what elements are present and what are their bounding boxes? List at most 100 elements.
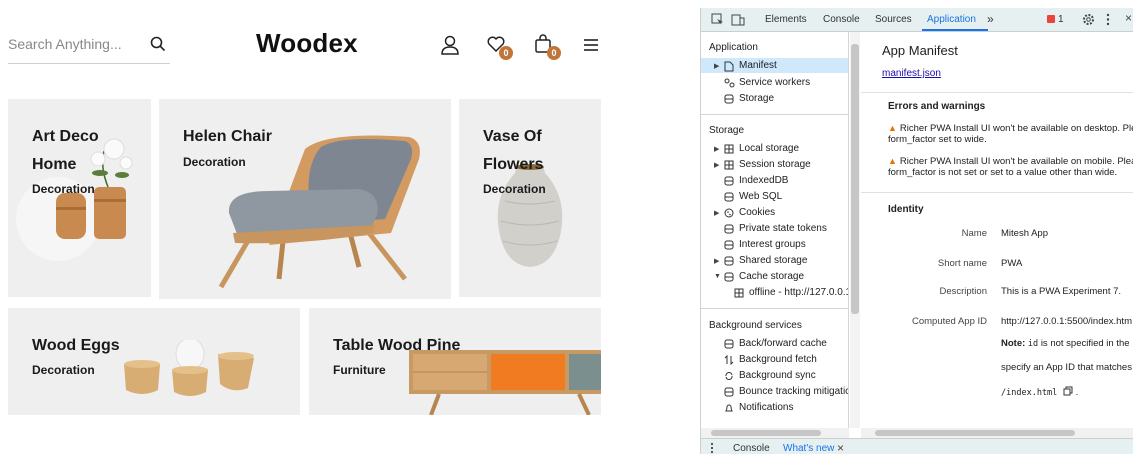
manifest-pane: App Manifest manifest.json Errors and wa…	[861, 32, 1133, 428]
sidebar-item-label: Local storage	[739, 143, 800, 154]
cart-count-badge: 0	[547, 46, 561, 60]
arrows-updown-icon	[724, 354, 735, 365]
sidebar-item-private-state-tokens[interactable]: Private state tokens	[724, 221, 827, 236]
field-label-short-name: Short name	[937, 258, 987, 269]
product-card[interactable]: Wood Eggs Decoration	[8, 308, 300, 415]
sidebar-item-cookies[interactable]: ▶ Cookies	[714, 205, 775, 220]
active-tab-indicator	[922, 29, 988, 31]
scrollbar-thumb[interactable]	[711, 430, 821, 436]
sidebar-item-service-workers[interactable]: Service workers	[724, 75, 810, 90]
warning-message-line2: form_factor set to wide.	[888, 134, 987, 145]
sidebar-item-session-storage[interactable]: ▶ Session storage	[714, 157, 811, 172]
database-icon	[724, 387, 735, 397]
sidebar-horizontal-scrollbar[interactable]	[701, 428, 849, 438]
field-value-description: This is a PWA Experiment 7.	[1001, 286, 1122, 297]
product-category: Decoration	[183, 155, 246, 169]
product-title-line2[interactable]: Home	[32, 151, 76, 179]
sidebar-scrollbar[interactable]	[850, 32, 860, 428]
field-value-short-name: PWA	[1001, 258, 1023, 269]
field-label-name: Name	[961, 228, 987, 239]
site-logo[interactable]: Woodex	[256, 28, 358, 59]
expand-arrow-icon[interactable]: ▶	[714, 62, 720, 70]
product-card[interactable]: Art Deco Home Decoration	[8, 99, 151, 297]
field-label-description: Description	[939, 286, 987, 297]
section-divider	[701, 114, 848, 115]
devtools-panel: Elements Console Sources Application » 1…	[700, 8, 1133, 454]
settings-gear-icon[interactable]	[1082, 13, 1095, 29]
product-title[interactable]: Helen Chair	[183, 123, 272, 151]
sync-icon	[724, 371, 735, 381]
tab-sources[interactable]: Sources	[875, 14, 912, 25]
search-icon[interactable]	[150, 36, 166, 57]
sidebar-section-application: Application	[709, 42, 758, 53]
sidebar-item-notifications[interactable]: Notifications	[724, 400, 793, 415]
expand-arrow-icon[interactable]: ▶	[714, 145, 720, 153]
drawer-tab-whats-new[interactable]: What's new	[783, 443, 834, 454]
product-title[interactable]: Table Wood Pine	[333, 332, 460, 360]
database-icon	[724, 240, 735, 250]
product-category: Decoration	[32, 363, 95, 377]
bell-icon	[724, 403, 735, 413]
sidebar-item-cache-storage[interactable]: ▼ Cache storage	[714, 269, 804, 284]
expand-arrow-icon[interactable]: ▶	[714, 161, 720, 169]
device-toolbar-icon[interactable]	[731, 13, 745, 29]
product-card[interactable]: Table Wood Pine Furniture	[309, 308, 601, 415]
expand-arrow-icon[interactable]: ▶	[714, 257, 720, 265]
sidebar-item-local-storage[interactable]: ▶ Local storage	[714, 141, 799, 156]
database-icon	[724, 339, 735, 349]
inspect-element-icon[interactable]	[711, 13, 724, 29]
product-title[interactable]: Wood Eggs	[32, 332, 120, 360]
drawer-tab-console[interactable]: Console	[733, 443, 770, 454]
search-bar[interactable]	[8, 30, 170, 64]
scrollbar-thumb[interactable]	[875, 430, 1075, 436]
sidebar-item-label: Session storage	[739, 159, 811, 170]
sidebar-item-label: offline - http://127.0.0.1	[749, 287, 849, 298]
menu-icon[interactable]	[583, 38, 605, 60]
sidebar-item-web-sql[interactable]: Web SQL	[724, 189, 782, 204]
application-sidebar: Application ▶ Manifest Service workers S…	[701, 32, 849, 428]
sidebar-item-storage[interactable]: Storage	[724, 91, 774, 106]
product-card[interactable]: Helen Chair Decoration	[159, 99, 451, 299]
sidebar-item-label: Cookies	[739, 207, 776, 218]
kebab-menu-icon[interactable]	[1106, 13, 1110, 29]
sidebar-item-shared-storage[interactable]: ▶ Shared storage	[714, 253, 807, 268]
issues-count[interactable]: 1	[1058, 14, 1064, 25]
product-card[interactable]: Vase Of Flowers Decoration	[459, 99, 601, 297]
copy-icon[interactable]	[1063, 386, 1073, 399]
product-title[interactable]: Vase Of	[483, 123, 542, 151]
warning-icon: ▲	[888, 156, 897, 166]
drawer-tab-close-icon[interactable]: ×	[837, 441, 844, 454]
cookie-icon	[724, 208, 735, 218]
scrollbar-thumb[interactable]	[851, 44, 859, 314]
sidebar-item-interest-groups[interactable]: Interest groups	[724, 237, 806, 252]
app-id-note-line3: /index.html .	[1001, 386, 1079, 399]
expand-arrow-icon[interactable]: ▶	[714, 209, 720, 217]
tab-console[interactable]: Console	[823, 14, 860, 25]
search-input[interactable]	[8, 30, 138, 58]
product-title[interactable]: Art Deco	[32, 123, 99, 151]
close-devtools-icon[interactable]: ×	[1125, 11, 1132, 25]
sidebar-item-background-sync[interactable]: Background sync	[724, 368, 816, 383]
sidebar-item-manifest[interactable]: ▶ Manifest	[701, 58, 848, 73]
tab-elements[interactable]: Elements	[765, 14, 807, 25]
tab-application[interactable]: Application	[927, 14, 976, 25]
sidebar-item-label: Background fetch	[739, 354, 817, 365]
sidebar-item-label: Shared storage	[739, 255, 808, 266]
grid-icon	[724, 160, 735, 170]
issues-icon[interactable]	[1047, 15, 1055, 23]
sidebar-item-bfcache[interactable]: Back/forward cache	[724, 336, 827, 351]
collapse-arrow-icon[interactable]: ▼	[714, 273, 721, 280]
manifest-link[interactable]: manifest.json	[882, 68, 941, 79]
sidebar-item-bounce-tracking[interactable]: Bounce tracking mitigatic	[724, 384, 848, 399]
file-icon	[724, 61, 735, 71]
user-icon[interactable]	[440, 34, 462, 56]
sidebar-item-cache-entry[interactable]: offline - http://127.0.0.1	[734, 285, 849, 300]
drawer-menu-icon[interactable]	[710, 442, 714, 454]
sidebar-item-background-fetch[interactable]: Background fetch	[724, 352, 817, 367]
more-tabs-button[interactable]: »	[987, 12, 994, 26]
main-horizontal-scrollbar[interactable]	[861, 428, 1133, 438]
drawer-tab-bar: Console What's new ×	[701, 438, 1133, 454]
product-title-line2[interactable]: Flowers	[483, 151, 543, 179]
sidebar-item-label: Background sync	[739, 370, 816, 381]
sidebar-item-indexeddb[interactable]: IndexedDB	[724, 173, 788, 188]
